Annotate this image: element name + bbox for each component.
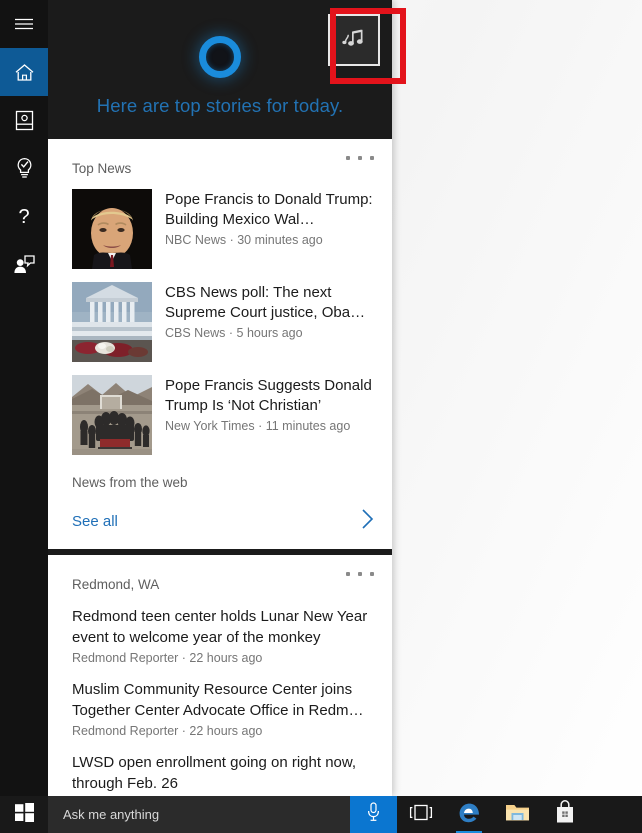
news-meta: NBC News · 30 minutes ago bbox=[165, 233, 374, 247]
search-input[interactable]: Ask me anything bbox=[48, 796, 350, 833]
cortana-greeting-header: Here are top stories for today. bbox=[48, 0, 392, 139]
dot bbox=[358, 572, 362, 576]
supreme-court-thumbnail bbox=[72, 282, 152, 362]
news-title: Redmond teen center holds Lunar New Year… bbox=[72, 606, 370, 648]
home-icon bbox=[14, 63, 35, 82]
news-item[interactable]: Pope Francis Suggests Donald Trump Is ‘N… bbox=[48, 362, 392, 455]
border-crowd-thumbnail bbox=[72, 375, 152, 455]
sidebar-item-notebook[interactable] bbox=[0, 96, 48, 144]
dot bbox=[358, 156, 362, 160]
store-bag-icon bbox=[554, 800, 576, 829]
card-header-location: Redmond, WA bbox=[48, 555, 392, 592]
greeting-text: Here are top stories for today. bbox=[97, 95, 343, 117]
news-title: LWSD open enrollment going on right now,… bbox=[72, 752, 370, 794]
hamburger-icon bbox=[14, 17, 34, 31]
trump-portrait-thumbnail bbox=[72, 189, 152, 269]
cortana-content: Here are top stories for today. bbox=[48, 0, 392, 796]
news-item[interactable]: Redmond teen center holds Lunar New Year… bbox=[48, 592, 392, 665]
news-from-the-web-label: News from the web bbox=[48, 455, 392, 490]
card-local-news: Redmond, WA Redmond teen center holds Lu… bbox=[48, 555, 392, 796]
cortana-panel: ? Here are top stories for tod bbox=[0, 0, 392, 796]
music-note-icon bbox=[342, 29, 366, 51]
search-placeholder: Ask me anything bbox=[63, 807, 159, 822]
edge-icon bbox=[457, 800, 482, 830]
news-item[interactable]: Pope Francis to Donald Trump: Building M… bbox=[48, 176, 392, 269]
news-title: Muslim Community Resource Center joins T… bbox=[72, 679, 370, 721]
news-text: Pope Francis Suggests Donald Trump Is ‘N… bbox=[165, 375, 374, 455]
news-title: Pope Francis to Donald Trump: Building M… bbox=[165, 190, 374, 230]
dot bbox=[346, 572, 350, 576]
microphone-button[interactable] bbox=[350, 796, 397, 833]
sidebar-item-reminders[interactable] bbox=[0, 144, 48, 192]
dot bbox=[370, 572, 374, 576]
see-all-link[interactable]: See all bbox=[72, 513, 118, 530]
task-view-icon bbox=[409, 804, 433, 826]
news-meta: Redmond Reporter · 22 hours ago bbox=[72, 651, 370, 665]
see-all-row[interactable]: See all bbox=[48, 490, 392, 535]
news-title: CBS News poll: The next Supreme Court ju… bbox=[165, 283, 374, 323]
file-explorer-button[interactable] bbox=[493, 796, 541, 833]
task-view-button[interactable] bbox=[397, 796, 445, 833]
news-text: Pope Francis to Donald Trump: Building M… bbox=[165, 189, 374, 269]
microphone-icon bbox=[366, 802, 381, 827]
system-tray bbox=[589, 796, 642, 833]
card-header-top-news: Top News bbox=[48, 139, 392, 176]
sidebar-item-home[interactable] bbox=[0, 48, 48, 96]
edge-browser-button[interactable] bbox=[445, 796, 493, 833]
dot bbox=[370, 156, 374, 160]
news-item[interactable]: Muslim Community Resource Center joins T… bbox=[48, 665, 392, 738]
news-item[interactable]: CBS News poll: The next Supreme Court ju… bbox=[48, 269, 392, 362]
question-mark-icon: ? bbox=[16, 205, 32, 227]
screen: ? Here are top stories for tod bbox=[0, 0, 642, 833]
cortana-nav-rail: ? bbox=[0, 0, 48, 796]
news-text: CBS News poll: The next Supreme Court ju… bbox=[165, 282, 374, 362]
chevron-right-icon[interactable] bbox=[361, 508, 374, 535]
folder-icon bbox=[505, 802, 530, 828]
news-meta: CBS News · 5 hours ago bbox=[165, 326, 374, 340]
news-title: Pope Francis Suggests Donald Trump Is ‘N… bbox=[165, 376, 374, 416]
now-playing-music-button[interactable] bbox=[328, 14, 380, 66]
news-item[interactable]: LWSD open enrollment going on right now,… bbox=[48, 738, 392, 794]
card-overflow-menu[interactable] bbox=[346, 565, 374, 583]
reminder-bulb-icon bbox=[15, 157, 34, 179]
notebook-icon bbox=[15, 110, 34, 131]
sidebar-item-feedback[interactable] bbox=[0, 240, 48, 288]
news-meta: New York Times · 11 minutes ago bbox=[165, 419, 374, 433]
store-button[interactable] bbox=[541, 796, 589, 833]
start-button[interactable] bbox=[0, 796, 48, 833]
feedback-person-icon bbox=[13, 255, 35, 274]
taskbar: Ask me anything bbox=[0, 796, 642, 833]
sidebar-item-help[interactable]: ? bbox=[0, 192, 48, 240]
card-overflow-menu[interactable] bbox=[346, 149, 374, 167]
cortana-ring-icon bbox=[199, 36, 241, 78]
news-meta: Redmond Reporter · 22 hours ago bbox=[72, 724, 370, 738]
sidebar-item-menu[interactable] bbox=[0, 0, 48, 48]
dot bbox=[346, 156, 350, 160]
svg-text:?: ? bbox=[18, 206, 29, 227]
windows-logo-icon bbox=[15, 803, 34, 827]
cortana-cards[interactable]: Top News bbox=[48, 139, 392, 796]
card-top-news: Top News bbox=[48, 139, 392, 549]
